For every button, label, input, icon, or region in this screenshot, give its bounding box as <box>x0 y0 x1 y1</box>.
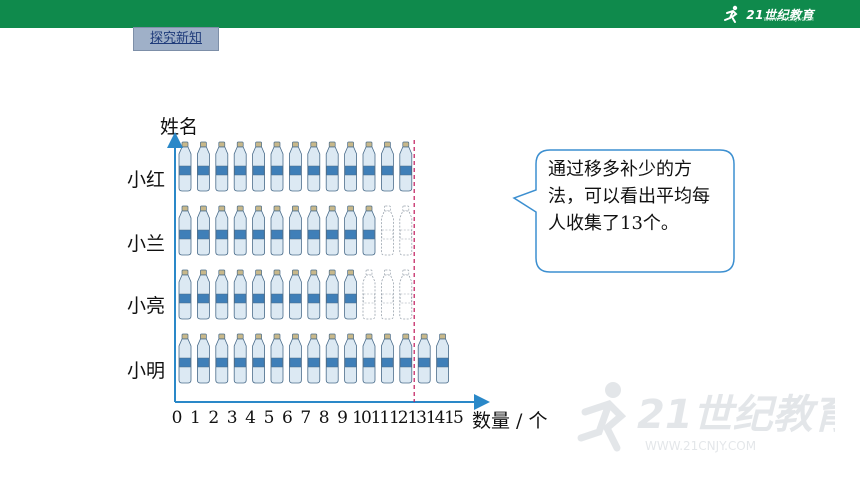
svg-text:21世纪教育: 21世纪教育 <box>637 392 835 438</box>
callout-text: 通过移多补少的方法，可以看出平均每人收集了13个。 <box>548 159 710 234</box>
svg-text:WWW.21CNJY.COM: WWW.21CNJY.COM <box>645 439 756 453</box>
watermark-logo: 21世纪教育 WWW.21CNJY.COM <box>577 382 835 453</box>
